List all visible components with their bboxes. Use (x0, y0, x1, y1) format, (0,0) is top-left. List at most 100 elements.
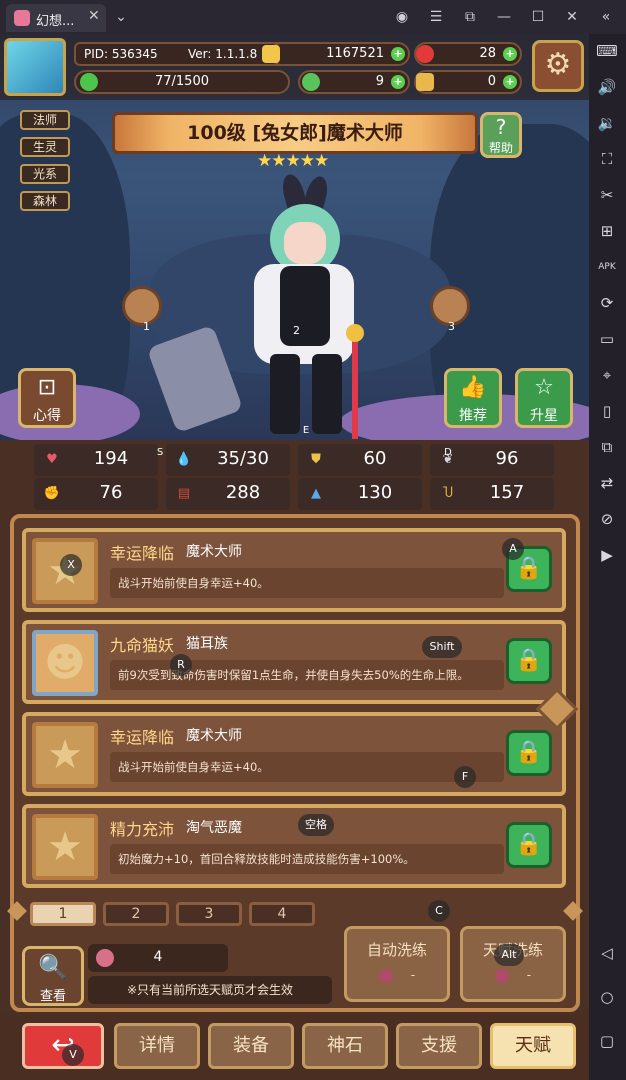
app-tab[interactable]: 幻想... ✕ (6, 4, 106, 32)
key-hint-c: C (428, 900, 450, 922)
gold-counter: 1167521 + (262, 42, 410, 66)
horseshoe-icon: Ⴎ (442, 486, 454, 501)
maximize-icon[interactable]: ☐ (528, 7, 548, 27)
tab-close-icon[interactable]: ✕ (88, 8, 100, 24)
scissors-icon[interactable]: ✂ (596, 184, 618, 206)
keyboard-icon[interactable]: ⌨ (596, 40, 618, 62)
menu-icon[interactable]: ☰ (426, 7, 446, 27)
close-icon[interactable]: ✕ (562, 7, 582, 27)
help-button[interactable]: ? 帮助 (480, 112, 522, 158)
clover-counter: 9 + (298, 70, 410, 94)
rotate-icon[interactable]: ⟳ (596, 292, 618, 314)
lock-icon[interactable]: 🔒 (506, 730, 552, 776)
talent-type: 猫耳族 (186, 636, 228, 652)
gem-counter: 28 + (414, 42, 522, 66)
talent-page-2[interactable]: 2 (103, 902, 169, 926)
tab-support[interactable]: 支援 (396, 1023, 482, 1069)
privacy-icon[interactable]: ⊘ (596, 508, 618, 530)
exp-value: 77/1500 (154, 74, 209, 89)
reroll-note: ※只有当前所选天赋页才会生效 (88, 976, 332, 1004)
location-icon[interactable]: ⌖ (596, 364, 618, 386)
game-version: Ver: 1.1.1.8 (188, 47, 258, 61)
fullscreen-icon[interactable]: ⛶ (596, 148, 618, 170)
tab-talent[interactable]: 天赋 (490, 1023, 576, 1069)
help-icon: ? (495, 115, 507, 139)
tab-details[interactable]: 详情 (114, 1023, 200, 1069)
drop-icon: 💧 (175, 452, 193, 467)
external-icon[interactable]: ⧉ (460, 7, 480, 27)
account-icon[interactable]: ◉ (392, 7, 412, 27)
stat-value: 130 (357, 482, 393, 503)
clover-icon (302, 73, 320, 91)
stat-horseshoe: Ⴎ 157 (430, 478, 554, 510)
talent-description: 战斗开始前使自身幸运+40。 (110, 568, 504, 598)
book-icon: ▤ (177, 486, 191, 501)
tag-element: 光系 (20, 164, 70, 184)
recent-apps-icon[interactable]: ▢ (596, 1030, 618, 1052)
recommend-button[interactable]: 👍 推荐 (444, 368, 502, 428)
back-icon[interactable]: ◁ (596, 942, 618, 964)
key-hint-e: E (302, 425, 310, 436)
stat-book: ▤ 288 (166, 478, 290, 510)
upgrade-star-button[interactable]: ☆ 升星 (515, 368, 573, 428)
reroll-counter: 4 (88, 944, 228, 972)
equip-slot-1[interactable] (122, 286, 162, 326)
talent-card[interactable]: ☻ 九命猫妖 猫耳族 前9次受到致命伤害时保留1点生命，并使自身失去50%的生命上限。… (22, 620, 566, 704)
collapse-icon[interactable]: « (596, 7, 616, 27)
shake-icon[interactable]: ▯ (596, 400, 618, 422)
gold-add-icon[interactable]: + (391, 47, 405, 61)
fist-icon: ✊ (43, 486, 61, 501)
slot-1-label: 1 (143, 320, 150, 333)
stat-value: 96 (495, 448, 519, 469)
recommend-label: 推荐 (459, 408, 487, 424)
sync-icon[interactable]: ⇄ (596, 472, 618, 494)
key-add-icon[interactable]: + (503, 75, 517, 89)
minimize-icon[interactable]: — (494, 7, 514, 27)
volume-up-icon[interactable]: 🔊 (596, 76, 618, 98)
talent-card[interactable]: ★幸运降临魔术大师战斗开始前使自身幸运+40。🔒 (22, 528, 566, 612)
star-icon: ★ (32, 814, 98, 880)
talent-reroll-cost: - (463, 968, 563, 983)
clover-value: 9 (375, 74, 384, 89)
key-hint-v: V (62, 1044, 84, 1066)
talent-description: 初始魔力+10，首回合释放技能时造成技能伤害+100%。 (110, 844, 504, 874)
lock-icon[interactable]: 🔒 (506, 822, 552, 868)
potion-cost-icon (378, 968, 393, 983)
tab-equipment[interactable]: 装备 (208, 1023, 294, 1069)
auto-reroll-button[interactable]: 自动洗练 - (344, 926, 450, 1002)
lock-icon[interactable]: 🔒 (506, 638, 552, 684)
stat-heart: ♥ 194 (34, 444, 158, 476)
stat-drop: 💧 35/30 (166, 444, 290, 476)
talent-card[interactable]: ★ 精力充沛 淘气恶魔 初始魔力+10，首回合释放技能时造成技能伤害+100%。 🔒 (22, 804, 566, 888)
apk-icon[interactable]: APK (596, 256, 618, 278)
talent-description: 战斗开始前使自身幸运+40。 (110, 752, 504, 782)
tab-dropdown-icon[interactable]: ⌄ (112, 7, 130, 27)
folder-icon[interactable]: ▭ (596, 328, 618, 350)
shield-icon: ⛊ (311, 452, 321, 467)
talent-page-1[interactable]: 1 (30, 902, 96, 926)
gold-value: 1167521 (326, 46, 384, 61)
home-icon[interactable]: ○ (596, 986, 618, 1008)
talent-page-4[interactable]: 4 (249, 902, 315, 926)
tab-stone[interactable]: 神石 (302, 1023, 388, 1069)
volume-down-icon[interactable]: 🔉 (596, 112, 618, 134)
talent-page-3[interactable]: 3 (176, 902, 242, 926)
record-icon[interactable]: ▶ (596, 544, 618, 566)
gem-add-icon[interactable]: + (503, 47, 517, 61)
potion-cost-icon (494, 968, 509, 983)
player-avatar[interactable] (4, 38, 66, 96)
talent-type: 淘气恶魔 (186, 820, 242, 836)
settings-button[interactable]: ⚙ (532, 40, 584, 92)
key-hint-d: D (444, 447, 452, 458)
back-button[interactable]: ↩ (22, 1023, 104, 1069)
star-icon: ★ (32, 722, 98, 788)
multi-instance-icon[interactable]: ⧉ (596, 436, 618, 458)
add-window-icon[interactable]: ⊞ (596, 220, 618, 242)
clover-add-icon[interactable]: + (391, 75, 405, 89)
talent-card[interactable]: ★幸运降临魔术大师战斗开始前使自身幸运+40。🔒 (22, 712, 566, 796)
view-button[interactable]: 🔍 查看 (22, 946, 84, 1006)
xinde-button[interactable]: ⊡ 心得 (18, 368, 76, 428)
key-hint-f: F (454, 766, 476, 788)
key-hint-space: 空格 (298, 814, 334, 836)
character-title-banner: 100级 [兔女郎]魔术大师 (112, 112, 478, 154)
